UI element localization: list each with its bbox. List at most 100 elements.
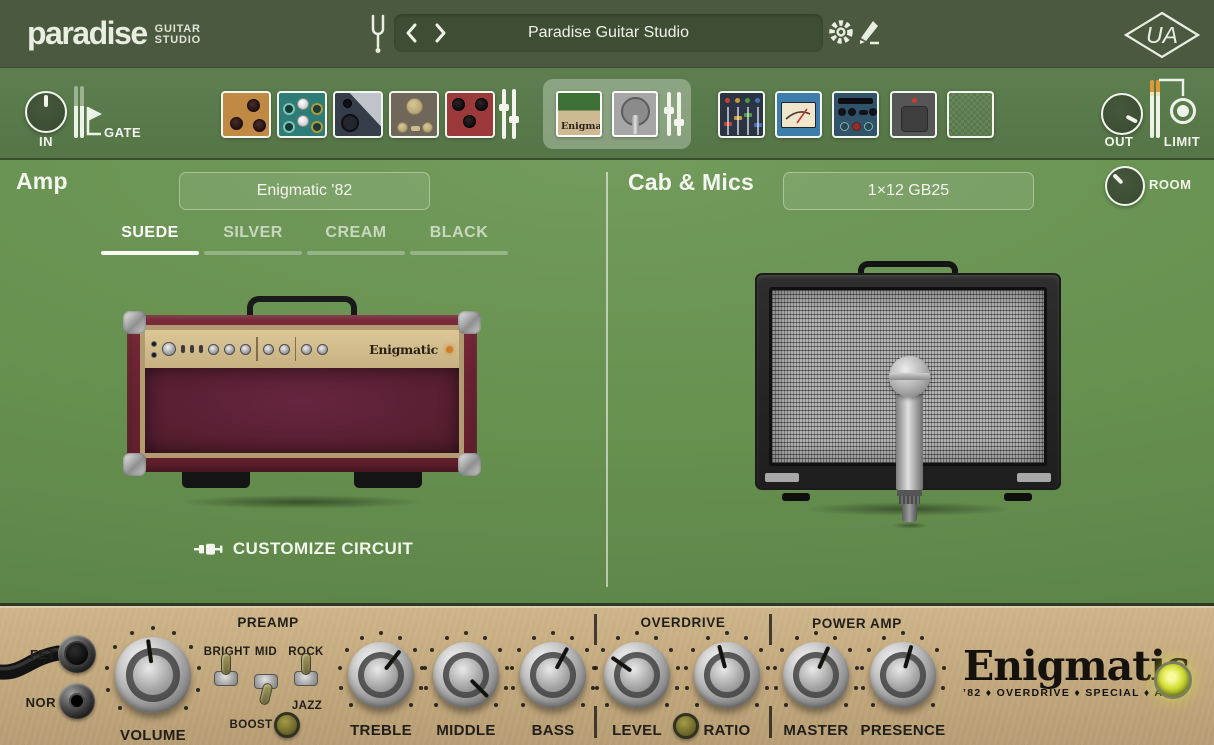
tab-cream[interactable]: CREAM xyxy=(307,224,405,255)
amp-block-selected[interactable]: Enigma xyxy=(543,79,691,149)
limit-knob[interactable] xyxy=(1170,98,1196,124)
cable-plug[interactable] xyxy=(64,641,90,667)
jazz-label: JAZZ xyxy=(292,700,322,712)
output-level-knob[interactable] xyxy=(1101,93,1143,135)
limit-meter-left xyxy=(1150,80,1154,138)
cab-model-select[interactable]: 1×12 GB25 xyxy=(783,172,1034,210)
overdrive-section-label: OVERDRIVE xyxy=(641,615,726,630)
output-label: OUT xyxy=(1091,134,1147,149)
fader-icon[interactable] xyxy=(502,89,516,139)
amp-head-image: Enigmatic xyxy=(126,296,478,518)
customize-circuit-row: CUSTOMIZE CIRCUIT xyxy=(0,538,607,560)
amp-grille xyxy=(145,368,459,453)
presence-knob-unit: PRESENCE xyxy=(857,629,949,739)
rack-slot-blue-unit[interactable] xyxy=(832,91,879,138)
tuner-icon[interactable] xyxy=(369,14,387,54)
power-led xyxy=(1154,661,1192,699)
edit-pen-icon[interactable] xyxy=(856,18,882,48)
boost-label: BOOST xyxy=(230,719,273,731)
mic-body[interactable] xyxy=(896,395,923,490)
room-label: ROOM xyxy=(1149,177,1191,192)
nor-input-jack[interactable] xyxy=(59,683,95,719)
gate-meter-right xyxy=(80,86,84,138)
amp-handle xyxy=(247,296,357,316)
level-knob[interactable] xyxy=(604,642,670,708)
settings-gear-icon[interactable] xyxy=(826,17,856,50)
rack-slot-empty[interactable] xyxy=(947,91,994,138)
pedal-slot-teal[interactable] xyxy=(277,91,327,138)
treble-knob-label: TREBLE xyxy=(350,722,412,739)
customize-circuit-button[interactable]: CUSTOMIZE CIRCUIT xyxy=(188,538,419,560)
ua-logo[interactable]: UA xyxy=(1124,11,1200,59)
volume-knob-label: VOLUME xyxy=(120,727,186,744)
input-level-knob[interactable] xyxy=(25,91,67,133)
svg-text:UA: UA xyxy=(1146,22,1178,48)
amp-mini-logo: Enigmatic xyxy=(369,342,438,357)
cab-image xyxy=(752,261,1064,533)
room-knob[interactable] xyxy=(1105,166,1145,206)
preset-prev-button[interactable] xyxy=(400,20,423,46)
boost-button[interactable] xyxy=(274,712,300,738)
bass-knob-label: BASS xyxy=(532,722,575,739)
rack-slot-mixer[interactable] xyxy=(718,91,765,138)
cab-section-title: Cab & Mics xyxy=(628,169,754,196)
ratio-knob-unit: RATIO xyxy=(681,629,773,739)
amp-model-select[interactable]: Enigmatic '82 xyxy=(179,172,430,210)
mid-label: MID xyxy=(255,646,277,658)
pedal-slot-orange[interactable] xyxy=(221,91,271,138)
fet-label: FET xyxy=(24,647,56,662)
middle-knob-unit: MIDDLE xyxy=(420,629,512,739)
amp-foot-right xyxy=(354,472,422,488)
bright-toggle[interactable] xyxy=(214,656,238,700)
mid-toggle[interactable] xyxy=(254,659,278,703)
tab-silver[interactable]: SILVER xyxy=(204,224,302,255)
pedal-slot-navy[interactable] xyxy=(333,91,383,138)
presence-knob-label: PRESENCE xyxy=(861,722,946,739)
nor-label: NOR xyxy=(22,695,56,710)
tab-black[interactable]: BLACK xyxy=(410,224,508,255)
presence-knob[interactable] xyxy=(870,642,936,708)
limit-connector xyxy=(1157,78,1187,98)
signal-chain-toolbar: IN GATE Enigma OUT LIMIT xyxy=(0,68,1214,160)
rack-slot-vu-meter[interactable] xyxy=(775,91,822,138)
rack-slot-dark-unit[interactable] xyxy=(890,91,937,138)
amp-mini-led xyxy=(446,346,453,353)
amp-logo-tagline: ’82 ♦ OVERDRIVE ♦ SPECIAL ♦ AMP xyxy=(963,687,1189,699)
main-area: Amp Enigmatic '82 SUEDESILVERCREAMBLACK xyxy=(0,160,1214,603)
pedal-slot-taupe[interactable] xyxy=(389,91,439,138)
cab-thumbnail[interactable] xyxy=(612,91,658,137)
treble-knob-unit: TREBLE xyxy=(335,629,427,739)
mic-shadow xyxy=(884,521,936,530)
circuit-component-icon xyxy=(194,542,224,556)
input-label: IN xyxy=(25,134,67,149)
preset-next-button[interactable] xyxy=(429,20,452,46)
volume-knob[interactable] xyxy=(115,637,191,713)
master-knob-unit: MASTER xyxy=(770,629,862,739)
middle-knob-label: MIDDLE xyxy=(436,722,495,739)
app-logo: paradise GUITARSTUDIO xyxy=(27,13,201,53)
middle-knob[interactable] xyxy=(433,642,499,708)
bass-knob[interactable] xyxy=(520,642,586,708)
pedal-slot-red[interactable] xyxy=(445,91,495,138)
treble-knob[interactable] xyxy=(348,642,414,708)
level-knob-label: LEVEL xyxy=(612,722,662,739)
level-knob-unit: LEVEL xyxy=(591,629,683,739)
cab-foot-left xyxy=(782,493,810,501)
amp-fader-icon[interactable] xyxy=(667,92,681,136)
master-knob[interactable] xyxy=(783,642,849,708)
preset-bar[interactable]: Paradise Guitar Studio xyxy=(394,14,823,52)
tab-suede[interactable]: SUEDE xyxy=(101,224,199,255)
ratio-knob[interactable] xyxy=(694,642,760,708)
plugin-window: paradise GUITARSTUDIO Paradise Guitar St… xyxy=(0,0,1214,745)
rock-jazz-toggle[interactable] xyxy=(294,656,318,700)
cab-foot-right xyxy=(1004,493,1032,501)
app-logo-subtext: GUITARSTUDIO xyxy=(155,24,201,46)
gate-label: GATE xyxy=(104,125,141,140)
amp-thumbnail[interactable]: Enigma xyxy=(556,91,602,137)
gate-meter-left xyxy=(74,86,78,138)
bass-knob-unit: BASS xyxy=(507,629,599,739)
amp-control-panel: PREAMP OVERDRIVE POWER AMP FET NOR BRIGH… xyxy=(0,603,1214,745)
amp-body: Enigmatic xyxy=(127,315,477,472)
ratio-knob-label: RATIO xyxy=(703,722,750,739)
preset-name[interactable]: Paradise Guitar Studio xyxy=(394,24,823,42)
